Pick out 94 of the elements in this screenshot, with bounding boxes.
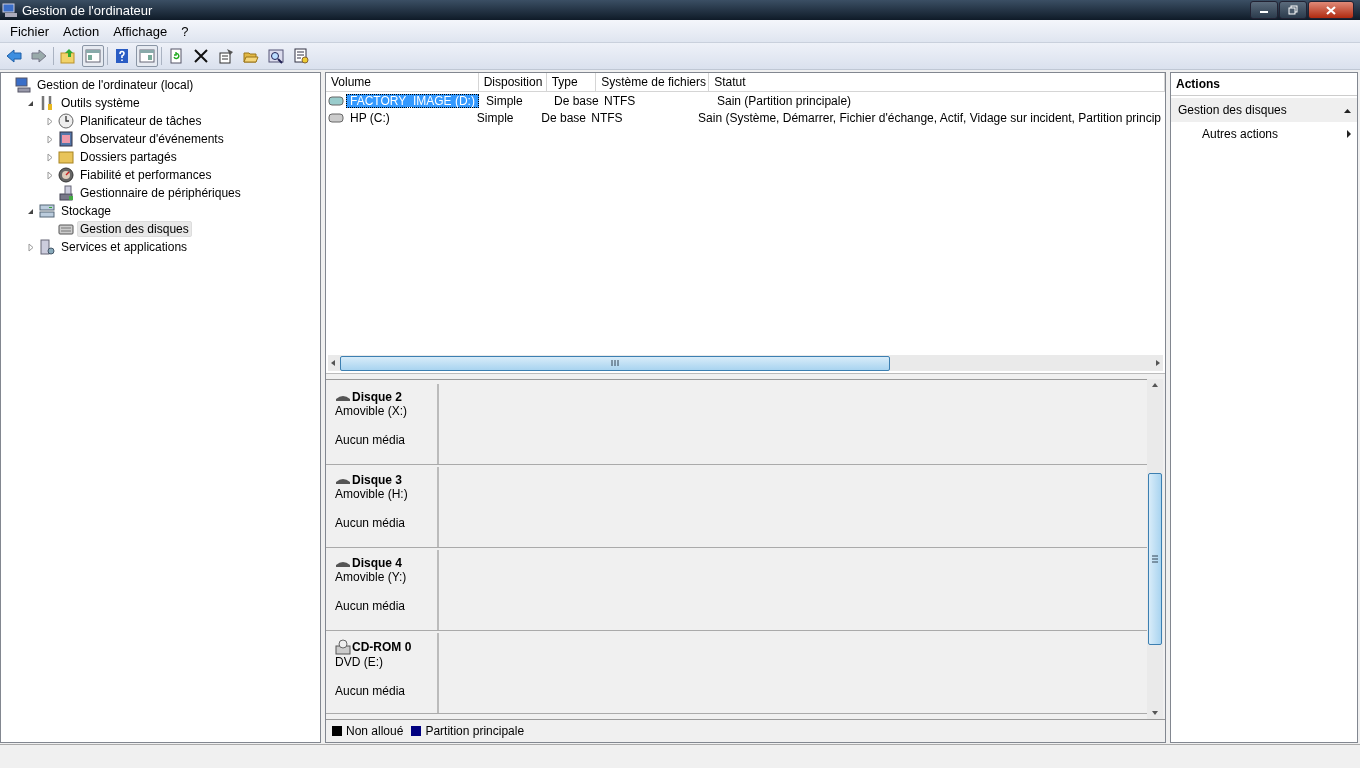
- devices-icon: [58, 185, 74, 201]
- find-icon: [268, 48, 284, 64]
- minimize-button[interactable]: [1250, 1, 1278, 19]
- storage-icon: [39, 203, 55, 219]
- legend-label: Non alloué: [346, 724, 404, 738]
- restore-icon: [1288, 5, 1298, 15]
- table-cell-text: Sain (Système, Démarrer, Fichier d'échange, Actif, Vidage sur incident, Partition princip: [697, 110, 1162, 125]
- folder-icon: [58, 149, 74, 165]
- tree-item[interactable]: Fiabilité et performances: [77, 167, 215, 183]
- table-cell-text: De base: [553, 93, 600, 108]
- table-cell-text: Sain (Partition principale): [716, 93, 853, 108]
- disk-type: Amovible (Y:): [335, 570, 408, 584]
- gauge-icon: [58, 167, 74, 183]
- services-icon: [39, 239, 55, 255]
- drive-icon: [335, 393, 351, 401]
- panel-icon: [139, 48, 155, 64]
- tree-item[interactable]: Services et applications: [58, 239, 191, 255]
- table-cell-text: NTFS: [603, 93, 637, 108]
- expanded-arrow-icon[interactable]: [27, 207, 34, 215]
- tree-item[interactable]: Dossiers partagés: [77, 149, 180, 165]
- table-cell-text: NTFS: [590, 110, 624, 125]
- collapsed-arrow-icon[interactable]: [27, 242, 34, 252]
- forward-arrow-icon: [31, 48, 47, 64]
- disk-name: Disque 3: [352, 473, 402, 487]
- log-icon: [58, 131, 74, 147]
- disk-status: Aucun média: [335, 433, 407, 447]
- action-label: Autres actions: [1202, 127, 1279, 141]
- legend-label: Partition principale: [425, 724, 525, 738]
- collapsed-arrow-icon[interactable]: [46, 134, 53, 144]
- column-header[interactable]: Type: [546, 73, 597, 91]
- collapsed-arrow-icon[interactable]: [46, 152, 53, 162]
- disk-drive-icon: [58, 221, 74, 237]
- tree-item[interactable]: Gestion de l'ordinateur (local): [34, 77, 197, 93]
- clock-icon: [58, 113, 74, 129]
- menu-item[interactable]: Fichier: [3, 23, 56, 39]
- drive-icon: [335, 476, 351, 484]
- submenu-arrow-icon: [1347, 130, 1351, 138]
- table-cell-text: Simple: [485, 93, 524, 108]
- vertical-scrollbar[interactable]: [1147, 379, 1163, 719]
- disk-status: Aucun média: [335, 684, 407, 698]
- column-header[interactable]: Système de fichiers: [596, 73, 710, 91]
- close-icon: [1326, 5, 1336, 15]
- menu-item[interactable]: ?: [174, 23, 196, 39]
- menu-item[interactable]: Action: [56, 23, 107, 39]
- disk-name: Disque 4: [352, 556, 402, 570]
- panel-icon: [85, 48, 101, 64]
- app-computer-icon: [2, 2, 18, 18]
- computer-icon: [15, 77, 31, 93]
- properties-icon: [218, 48, 234, 64]
- settings-icon: [293, 48, 309, 64]
- horizontal-scrollbar[interactable]: [328, 355, 1163, 371]
- grip-icon: [611, 360, 619, 366]
- disk-name: Disque 2: [352, 390, 402, 404]
- action-group-header[interactable]: Gestion des disques: [1171, 98, 1357, 122]
- tree-item[interactable]: Stockage: [58, 203, 115, 219]
- collapsed-arrow-icon[interactable]: [46, 170, 53, 180]
- tree-item[interactable]: Gestionnaire de périphériques: [77, 185, 244, 201]
- disk-status: Aucun média: [335, 599, 407, 613]
- column-header[interactable]: Statut: [709, 73, 1165, 91]
- column-header[interactable]: Volume: [326, 73, 479, 91]
- group-title: Gestion des disques: [1178, 103, 1287, 117]
- disk-status: Aucun média: [335, 516, 407, 530]
- folder-up-icon: [60, 48, 76, 64]
- back-arrow-icon: [6, 48, 22, 64]
- table-cell-text: De base: [540, 110, 587, 125]
- tools-icon: [39, 95, 55, 111]
- table-cell-text: Simple: [475, 110, 515, 125]
- disk-type: DVD (E:): [335, 655, 384, 669]
- disk-name: CD-ROM 0: [352, 640, 412, 654]
- refresh-icon: [168, 48, 184, 64]
- tree-item[interactable]: Planificateur de tâches: [77, 113, 205, 129]
- tree-item[interactable]: Observateur d'événements: [77, 131, 227, 147]
- expanded-arrow-icon[interactable]: [27, 99, 34, 107]
- disk-type: Amovible (X:): [335, 404, 409, 418]
- column-header[interactable]: Disposition: [478, 73, 547, 91]
- drive-icon: [328, 95, 344, 106]
- cd-drive-icon: [335, 639, 351, 655]
- close-button[interactable]: [1308, 1, 1354, 19]
- disk-type: Amovible (H:): [335, 487, 409, 501]
- tree-item[interactable]: Gestion des disques: [77, 221, 192, 237]
- pane-title: Actions: [1171, 73, 1357, 96]
- delete-icon: [193, 48, 209, 64]
- drive-icon: [335, 559, 351, 567]
- help-icon: [114, 48, 130, 64]
- collapse-arrow-icon: [1344, 107, 1351, 113]
- restore-button[interactable]: [1279, 1, 1307, 19]
- volume-name[interactable]: HP (C:): [346, 110, 394, 125]
- menu-item[interactable]: Affichage: [106, 23, 175, 39]
- collapsed-arrow-icon[interactable]: [46, 116, 53, 126]
- tree-item[interactable]: Outils système: [58, 95, 143, 111]
- window-title: Gestion de l'ordinateur: [22, 2, 153, 18]
- action-item[interactable]: Autres actions: [1171, 122, 1357, 146]
- grip-icon: [1152, 555, 1158, 563]
- drive-icon: [328, 112, 344, 123]
